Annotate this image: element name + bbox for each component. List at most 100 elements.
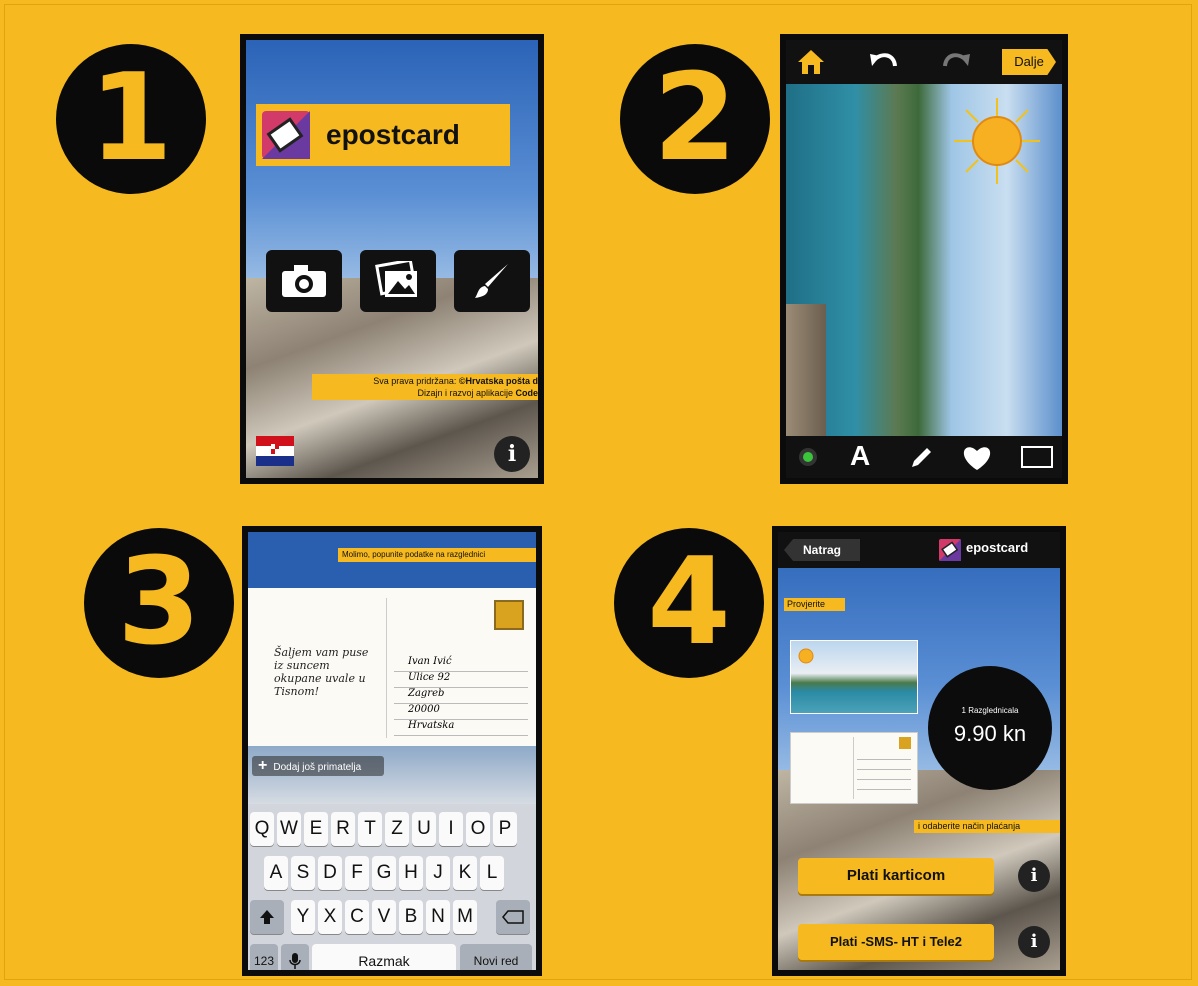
step-3-badge: 3 [84,528,234,678]
redo-icon[interactable] [942,50,972,74]
next-button[interactable]: Dalje [1002,49,1056,75]
key-f[interactable]: F [345,856,369,890]
address-rule [857,789,911,790]
epostcard-logo-icon [262,111,310,159]
phone-screen-2: Dalje A [780,34,1068,484]
postcard-divider [853,737,854,799]
pay-card-button[interactable]: Plati karticom [798,858,994,894]
address-line[interactable]: Hrvatska [394,720,528,736]
price-caption: 1 Razglednicala [961,706,1019,715]
add-recipient-label: Dodaj još primatelja [273,762,362,773]
home-screen: epostcard Sva prava pridržana: ©Hrvatska… [246,40,538,478]
key-b[interactable]: B [399,900,423,934]
add-recipient-button[interactable]: + Dodaj još primatelja [252,756,384,776]
copyright-banner: Sva prava pridržana: ©Hrvatska pošta d.d… [312,374,538,400]
dictation-key[interactable] [281,944,309,970]
undo-icon[interactable] [868,50,898,74]
key-p[interactable]: P [493,812,517,846]
key-u[interactable]: U [412,812,436,846]
copyright-owner: ©Hrvatska pošta d.d [458,376,538,386]
key-l[interactable]: L [480,856,504,890]
address-line[interactable]: Ulice 92 [394,672,528,688]
key-e[interactable]: E [304,812,328,846]
key-z[interactable]: Z [385,812,409,846]
copyright-label: Sva prava pridržana: [373,376,459,386]
key-g[interactable]: G [372,856,396,890]
card-info-button[interactable]: i [1018,860,1050,892]
address-line[interactable]: Ivan Ivić [394,656,528,672]
text-tool-button[interactable]: A [850,440,870,472]
key-y[interactable]: Y [291,900,315,934]
language-button[interactable] [256,436,294,466]
editor-toolbar: Dalje [786,40,1062,84]
key-n[interactable]: N [426,900,450,934]
price-value: 9.90 kn [953,721,1027,746]
plus-icon: + [258,757,268,774]
address-line[interactable]: Zagreb [394,688,528,704]
key-i[interactable]: I [439,812,463,846]
numbers-key[interactable]: 123 [250,944,278,970]
checkout-header: Natrag epostcard [778,532,1060,568]
sms-info-button[interactable]: i [1018,926,1050,958]
key-q[interactable]: Q [250,812,274,846]
backspace-icon [502,910,524,924]
checkout-screen: Natrag epostcard Provjerite 1 Razglednic… [778,532,1060,970]
home-icon[interactable] [796,48,826,76]
space-key[interactable]: Razmak [312,944,456,970]
heart-icon[interactable] [962,445,992,471]
key-d[interactable]: D [318,856,342,890]
gallery-button[interactable] [360,250,436,312]
phone-screen-3: Molimo, popunite podatke na razglednici … [242,526,542,976]
back-button[interactable]: Natrag [784,539,860,561]
pay-sms-button[interactable]: Plati -SMS- HT i Tele2 [798,924,994,960]
pencil-icon[interactable] [908,445,934,471]
key-s[interactable]: S [291,856,315,890]
shift-key[interactable] [250,900,284,934]
stamp-image [494,600,524,630]
photo-canvas[interactable] [786,84,1062,436]
draw-button[interactable] [454,250,530,312]
color-dot-icon[interactable] [798,447,818,467]
key-c[interactable]: C [345,900,369,934]
step-4-badge: 4 [614,528,764,678]
design-label: Dizajn i razvoj aplikacije [417,388,516,398]
key-r[interactable]: R [331,812,355,846]
key-v[interactable]: V [372,900,396,934]
epostcard-logo-icon [939,539,961,561]
postcard-back: Šaljem vam puse iz suncem okupane uvale … [248,588,536,746]
key-o[interactable]: O [466,812,490,846]
design-company: CodeIT [515,388,539,398]
key-t[interactable]: T [358,812,382,846]
editor-tools-bar: A [786,436,1062,478]
return-key[interactable]: Novi red [460,944,532,970]
address-fields: Ivan Ivić Ulice 92 Zagreb 20000 Hrvatska [394,656,528,736]
sun-sticker-icon [798,648,814,664]
key-a[interactable]: A [264,856,288,890]
microphone-icon [289,953,301,969]
keyboard: Q W E R T Z U I O P A S D F G H J K L Y … [248,804,536,970]
postcard-form-screen: Molimo, popunite podatke na razglednici … [248,532,536,970]
camera-icon [282,265,326,297]
info-button[interactable]: i [494,436,530,472]
backspace-key[interactable] [496,900,530,934]
key-m[interactable]: M [453,900,477,934]
postcard-front-preview [790,640,918,714]
key-j[interactable]: J [426,856,450,890]
gallery-icon [375,261,417,297]
key-w[interactable]: W [277,812,301,846]
camera-button[interactable] [266,250,342,312]
check-label: Provjerite [784,598,845,611]
address-rule [857,759,911,760]
frame-icon[interactable] [1020,445,1054,469]
key-x[interactable]: X [318,900,342,934]
address-line[interactable]: 20000 [394,704,528,720]
editor-screen: Dalje A [786,40,1062,478]
message-field[interactable]: Šaljem vam puse iz suncem okupane uvale … [274,646,374,698]
key-h[interactable]: H [399,856,423,890]
rocks-left [786,304,826,436]
postcard-divider [386,598,387,738]
brand-name: epostcard [966,540,1029,555]
brand-banner: epostcard [256,104,510,166]
key-k[interactable]: K [453,856,477,890]
sun-sticker-icon[interactable] [952,96,1042,186]
